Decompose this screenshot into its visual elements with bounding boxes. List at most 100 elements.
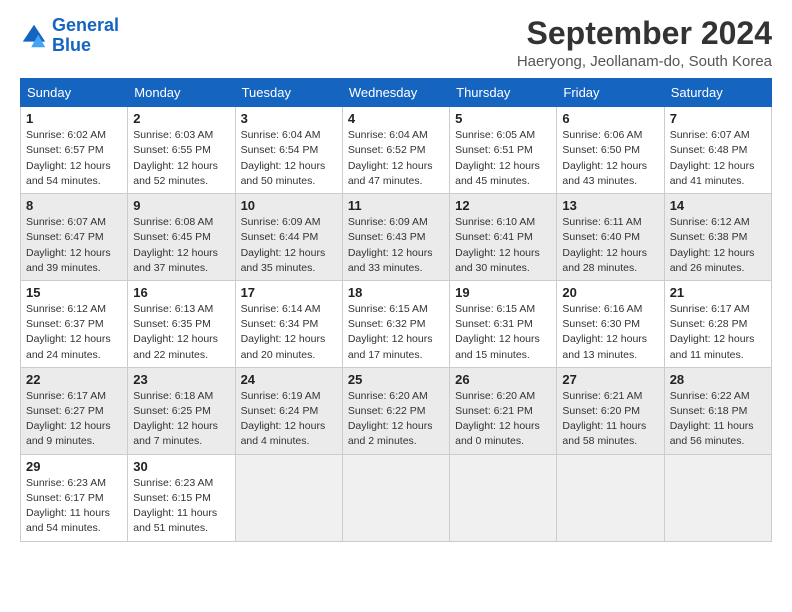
weekday-saturday: Saturday (664, 79, 771, 107)
day-number: 18 (348, 285, 444, 300)
calendar-cell-20: 20 Sunrise: 6:16 AMSunset: 6:30 PMDayligh… (557, 280, 664, 367)
day-number: 16 (133, 285, 229, 300)
weekday-sunday: Sunday (21, 79, 128, 107)
cell-info: Sunrise: 6:13 AMSunset: 6:35 PMDaylight:… (133, 303, 218, 361)
day-number: 26 (455, 372, 551, 387)
cell-info: Sunrise: 6:11 AMSunset: 6:40 PMDaylight:… (562, 216, 647, 274)
day-number: 25 (348, 372, 444, 387)
calendar-cell-3: 3Sunrise: 6:04 AMSunset: 6:54 PMDaylight… (235, 107, 342, 194)
calendar-cell-6: 6 Sunrise: 6:06 AMSunset: 6:50 PMDaylight… (557, 107, 664, 194)
day-number: 10 (241, 198, 337, 213)
cell-info: Sunrise: 6:03 AMSunset: 6:55 PMDaylight:… (133, 129, 218, 187)
cell-info: Sunrise: 6:09 AMSunset: 6:44 PMDaylight:… (241, 216, 326, 274)
day-number: 30 (133, 459, 229, 474)
calendar-cell-15: 15 Sunrise: 6:12 AMSunset: 6:37 PMDayligh… (21, 280, 128, 367)
cell-info: Sunrise: 6:23 AMSunset: 6:17 PMDaylight:… (26, 477, 110, 535)
calendar-cell-16: 16 Sunrise: 6:13 AMSunset: 6:35 PMDayligh… (128, 280, 235, 367)
calendar-cell-30: 30 Sunrise: 6:23 AMSunset: 6:15 PMDayligh… (128, 454, 235, 541)
calendar-week-1: 1 Sunrise: 6:02 AMSunset: 6:57 PMDaylight… (21, 107, 772, 194)
calendar-cell-5: 5 Sunrise: 6:05 AMSunset: 6:51 PMDaylight… (450, 107, 557, 194)
cell-info: Sunrise: 6:22 AMSunset: 6:18 PMDaylight:… (670, 390, 754, 448)
day-number: 5 (455, 111, 551, 126)
calendar-cell-19: 19Sunrise: 6:15 AMSunset: 6:31 PMDayligh… (450, 280, 557, 367)
day-number: 29 (26, 459, 122, 474)
day-number: 23 (133, 372, 229, 387)
cell-info: Sunrise: 6:12 AMSunset: 6:37 PMDaylight:… (26, 303, 111, 361)
calendar-cell-21: 21 Sunrise: 6:17 AMSunset: 6:28 PMDayligh… (664, 280, 771, 367)
cell-info: Sunrise: 6:07 AMSunset: 6:47 PMDaylight:… (26, 216, 111, 274)
cell-info: Sunrise: 6:17 AMSunset: 6:28 PMDaylight:… (670, 303, 755, 361)
day-number: 20 (562, 285, 658, 300)
cell-info: Sunrise: 6:15 AMSunset: 6:32 PMDaylight:… (348, 303, 433, 361)
calendar-cell-14: 14 Sunrise: 6:12 AMSunset: 6:38 PMDayligh… (664, 194, 771, 281)
calendar-cell-4: 4 Sunrise: 6:04 AMSunset: 6:52 PMDaylight… (342, 107, 449, 194)
calendar-cell-9: 9 Sunrise: 6:08 AMSunset: 6:45 PMDaylight… (128, 194, 235, 281)
calendar-cell-27: 27Sunrise: 6:21 AMSunset: 6:20 PMDayligh… (557, 367, 664, 454)
cell-info: Sunrise: 6:17 AMSunset: 6:27 PMDaylight:… (26, 390, 111, 448)
day-number: 1 (26, 111, 122, 126)
day-number: 17 (241, 285, 337, 300)
empty-cell (450, 454, 557, 541)
cell-info: Sunrise: 6:14 AMSunset: 6:34 PMDaylight:… (241, 303, 326, 361)
calendar-cell-29: 29 Sunrise: 6:23 AMSunset: 6:17 PMDayligh… (21, 454, 128, 541)
calendar-week-4: 22 Sunrise: 6:17 AMSunset: 6:27 PMDayligh… (21, 367, 772, 454)
weekday-thursday: Thursday (450, 79, 557, 107)
calendar-cell-10: 10 Sunrise: 6:09 AMSunset: 6:44 PMDayligh… (235, 194, 342, 281)
weekday-wednesday: Wednesday (342, 79, 449, 107)
calendar-body: 1 Sunrise: 6:02 AMSunset: 6:57 PMDaylight… (21, 107, 772, 541)
weekday-friday: Friday (557, 79, 664, 107)
calendar-cell-24: 24Sunrise: 6:19 AMSunset: 6:24 PMDayligh… (235, 367, 342, 454)
empty-cell (557, 454, 664, 541)
day-number: 22 (26, 372, 122, 387)
weekday-tuesday: Tuesday (235, 79, 342, 107)
day-number: 4 (348, 111, 444, 126)
month-title: September 2024 (517, 16, 772, 51)
calendar-cell-11: 11Sunrise: 6:09 AMSunset: 6:43 PMDayligh… (342, 194, 449, 281)
day-number: 28 (670, 372, 766, 387)
title-block: September 2024 Haeryong, Jeollanam-do, S… (517, 16, 772, 70)
cell-info: Sunrise: 6:05 AMSunset: 6:51 PMDaylight:… (455, 129, 540, 187)
calendar-cell-22: 22 Sunrise: 6:17 AMSunset: 6:27 PMDayligh… (21, 367, 128, 454)
empty-cell (664, 454, 771, 541)
calendar-cell-1: 1 Sunrise: 6:02 AMSunset: 6:57 PMDaylight… (21, 107, 128, 194)
calendar-cell-23: 23 Sunrise: 6:18 AMSunset: 6:25 PMDayligh… (128, 367, 235, 454)
header: General Blue September 2024 Haeryong, Je… (20, 16, 772, 70)
cell-info: Sunrise: 6:20 AMSunset: 6:22 PMDaylight:… (348, 390, 433, 448)
calendar-cell-18: 18 Sunrise: 6:15 AMSunset: 6:32 PMDayligh… (342, 280, 449, 367)
calendar-cell-13: 13 Sunrise: 6:11 AMSunset: 6:40 PMDayligh… (557, 194, 664, 281)
cell-info: Sunrise: 6:16 AMSunset: 6:30 PMDaylight:… (562, 303, 647, 361)
day-number: 9 (133, 198, 229, 213)
day-number: 12 (455, 198, 551, 213)
day-number: 13 (562, 198, 658, 213)
logo-icon (20, 22, 48, 50)
empty-cell (235, 454, 342, 541)
cell-info: Sunrise: 6:06 AMSunset: 6:50 PMDaylight:… (562, 129, 647, 187)
day-number: 21 (670, 285, 766, 300)
day-number: 6 (562, 111, 658, 126)
cell-info: Sunrise: 6:12 AMSunset: 6:38 PMDaylight:… (670, 216, 755, 274)
cell-info: Sunrise: 6:18 AMSunset: 6:25 PMDaylight:… (133, 390, 218, 448)
day-number: 2 (133, 111, 229, 126)
cell-info: Sunrise: 6:23 AMSunset: 6:15 PMDaylight:… (133, 477, 217, 535)
cell-info: Sunrise: 6:10 AMSunset: 6:41 PMDaylight:… (455, 216, 540, 274)
cell-info: Sunrise: 6:09 AMSunset: 6:43 PMDaylight:… (348, 216, 433, 274)
calendar-cell-8: 8Sunrise: 6:07 AMSunset: 6:47 PMDaylight… (21, 194, 128, 281)
calendar-cell-17: 17 Sunrise: 6:14 AMSunset: 6:34 PMDayligh… (235, 280, 342, 367)
calendar-cell-12: 12 Sunrise: 6:10 AMSunset: 6:41 PMDayligh… (450, 194, 557, 281)
cell-info: Sunrise: 6:08 AMSunset: 6:45 PMDaylight:… (133, 216, 218, 274)
calendar-week-5: 29 Sunrise: 6:23 AMSunset: 6:17 PMDayligh… (21, 454, 772, 541)
day-number: 19 (455, 285, 551, 300)
cell-info: Sunrise: 6:20 AMSunset: 6:21 PMDaylight:… (455, 390, 540, 448)
day-number: 14 (670, 198, 766, 213)
cell-info: Sunrise: 6:07 AMSunset: 6:48 PMDaylight:… (670, 129, 755, 187)
cell-info: Sunrise: 6:04 AMSunset: 6:54 PMDaylight:… (241, 129, 326, 187)
logo-text: General Blue (52, 16, 119, 56)
cell-info: Sunrise: 6:02 AMSunset: 6:57 PMDaylight:… (26, 129, 111, 187)
logo: General Blue (20, 16, 119, 56)
cell-info: Sunrise: 6:04 AMSunset: 6:52 PMDaylight:… (348, 129, 433, 187)
day-number: 15 (26, 285, 122, 300)
weekday-monday: Monday (128, 79, 235, 107)
cell-info: Sunrise: 6:19 AMSunset: 6:24 PMDaylight:… (241, 390, 326, 448)
empty-cell (342, 454, 449, 541)
location: Haeryong, Jeollanam-do, South Korea (517, 53, 772, 70)
